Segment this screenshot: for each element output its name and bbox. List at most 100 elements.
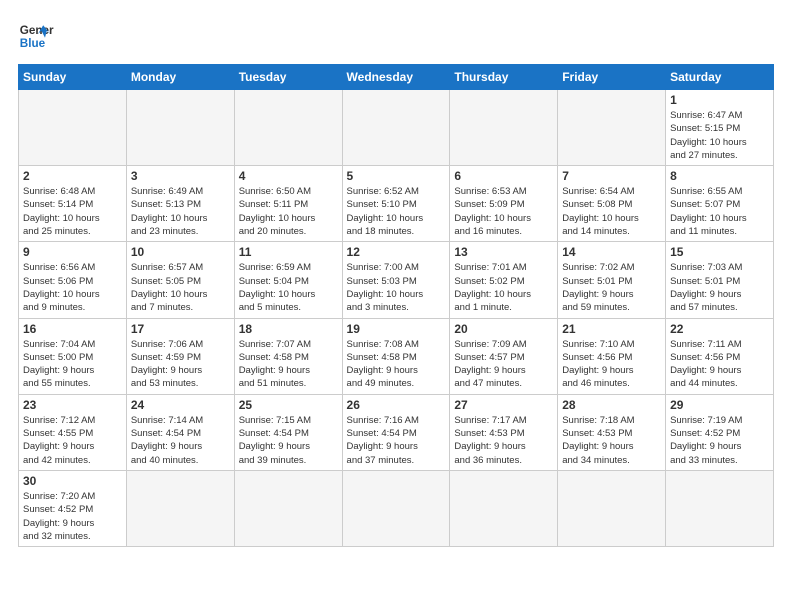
calendar-cell-w0d4 [450, 90, 558, 166]
weekday-tuesday: Tuesday [234, 65, 342, 90]
calendar-cell-w4d5: 28 Sunrise: 7:18 AM Sunset: 4:53 PM Dayli… [558, 394, 666, 470]
day-info: Sunrise: 7:01 AM Sunset: 5:02 PM Dayligh… [454, 261, 553, 314]
day-info: Sunrise: 7:10 AM Sunset: 4:56 PM Dayligh… [562, 338, 661, 391]
day-info: Sunrise: 6:56 AM Sunset: 5:06 PM Dayligh… [23, 261, 122, 314]
calendar-cell-w3d0: 16 Sunrise: 7:04 AM Sunset: 5:00 PM Dayli… [19, 318, 127, 394]
day-info: Sunrise: 7:02 AM Sunset: 5:01 PM Dayligh… [562, 261, 661, 314]
day-info: Sunrise: 7:20 AM Sunset: 4:52 PM Dayligh… [23, 490, 122, 543]
calendar-cell-w1d2: 4 Sunrise: 6:50 AM Sunset: 5:11 PM Daylig… [234, 166, 342, 242]
calendar-cell-w0d5 [558, 90, 666, 166]
day-number: 26 [347, 398, 446, 412]
day-info: Sunrise: 7:17 AM Sunset: 4:53 PM Dayligh… [454, 414, 553, 467]
day-number: 6 [454, 169, 553, 183]
calendar-cell-w0d6: 1 Sunrise: 6:47 AM Sunset: 5:15 PM Daylig… [666, 90, 774, 166]
calendar-week-1: 2Sunrise: 6:48 AM Sunset: 5:14 PM Daylig… [19, 166, 774, 242]
day-number: 23 [23, 398, 122, 412]
calendar-cell-w5d2 [234, 470, 342, 546]
calendar-cell-w2d0: 9 Sunrise: 6:56 AM Sunset: 5:06 PM Daylig… [19, 242, 127, 318]
day-info: Sunrise: 7:18 AM Sunset: 4:53 PM Dayligh… [562, 414, 661, 467]
day-info: Sunrise: 7:09 AM Sunset: 4:57 PM Dayligh… [454, 338, 553, 391]
calendar-cell-w5d0: 30Sunrise: 7:20 AM Sunset: 4:52 PM Dayli… [19, 470, 127, 546]
day-info: Sunrise: 6:52 AM Sunset: 5:10 PM Dayligh… [347, 185, 446, 238]
calendar-cell-w1d5: 7 Sunrise: 6:54 AM Sunset: 5:08 PM Daylig… [558, 166, 666, 242]
svg-text:General: General [20, 24, 54, 37]
day-number: 3 [131, 169, 230, 183]
calendar-cell-w5d1 [126, 470, 234, 546]
calendar-cell-w1d1: 3 Sunrise: 6:49 AM Sunset: 5:13 PM Daylig… [126, 166, 234, 242]
calendar-cell-w4d3: 26 Sunrise: 7:16 AM Sunset: 4:54 PM Dayli… [342, 394, 450, 470]
calendar-cell-w5d4 [450, 470, 558, 546]
day-number: 13 [454, 245, 553, 259]
day-info: Sunrise: 6:53 AM Sunset: 5:09 PM Dayligh… [454, 185, 553, 238]
header: General Blue [18, 18, 774, 54]
weekday-sunday: Sunday [19, 65, 127, 90]
calendar-cell-w5d3 [342, 470, 450, 546]
day-number: 24 [131, 398, 230, 412]
day-info: Sunrise: 7:11 AM Sunset: 4:56 PM Dayligh… [670, 338, 769, 391]
weekday-monday: Monday [126, 65, 234, 90]
calendar-cell-w3d1: 17 Sunrise: 7:06 AM Sunset: 4:59 PM Dayli… [126, 318, 234, 394]
calendar-cell-w1d3: 5Sunrise: 6:52 AM Sunset: 5:10 PM Daylig… [342, 166, 450, 242]
logo: General Blue [18, 18, 54, 54]
calendar-cell-w4d0: 23 Sunrise: 7:12 AM Sunset: 4:55 PM Dayli… [19, 394, 127, 470]
page: General Blue SundayMondayTuesdayWednesda… [0, 0, 792, 557]
weekday-saturday: Saturday [666, 65, 774, 90]
day-number: 21 [562, 322, 661, 336]
calendar-table: SundayMondayTuesdayWednesdayThursdayFrid… [18, 64, 774, 547]
day-number: 4 [239, 169, 338, 183]
day-number: 8 [670, 169, 769, 183]
day-number: 14 [562, 245, 661, 259]
calendar-cell-w4d4: 27 Sunrise: 7:17 AM Sunset: 4:53 PM Dayli… [450, 394, 558, 470]
calendar-week-3: 16 Sunrise: 7:04 AM Sunset: 5:00 PM Dayli… [19, 318, 774, 394]
day-info: Sunrise: 6:49 AM Sunset: 5:13 PM Dayligh… [131, 185, 230, 238]
calendar-cell-w2d1: 10Sunrise: 6:57 AM Sunset: 5:05 PM Dayli… [126, 242, 234, 318]
day-number: 22 [670, 322, 769, 336]
day-info: Sunrise: 7:07 AM Sunset: 4:58 PM Dayligh… [239, 338, 338, 391]
day-number: 20 [454, 322, 553, 336]
day-number: 28 [562, 398, 661, 412]
calendar-cell-w0d3 [342, 90, 450, 166]
weekday-thursday: Thursday [450, 65, 558, 90]
calendar-cell-w3d5: 21 Sunrise: 7:10 AM Sunset: 4:56 PM Dayli… [558, 318, 666, 394]
day-number: 9 [23, 245, 122, 259]
calendar-cell-w2d6: 15Sunrise: 7:03 AM Sunset: 5:01 PM Dayli… [666, 242, 774, 318]
day-info: Sunrise: 6:54 AM Sunset: 5:08 PM Dayligh… [562, 185, 661, 238]
day-info: Sunrise: 6:50 AM Sunset: 5:11 PM Dayligh… [239, 185, 338, 238]
calendar-cell-w3d6: 22 Sunrise: 7:11 AM Sunset: 4:56 PM Dayli… [666, 318, 774, 394]
day-number: 17 [131, 322, 230, 336]
day-info: Sunrise: 7:04 AM Sunset: 5:00 PM Dayligh… [23, 338, 122, 391]
weekday-friday: Friday [558, 65, 666, 90]
day-info: Sunrise: 6:48 AM Sunset: 5:14 PM Dayligh… [23, 185, 122, 238]
day-info: Sunrise: 6:59 AM Sunset: 5:04 PM Dayligh… [239, 261, 338, 314]
day-info: Sunrise: 7:00 AM Sunset: 5:03 PM Dayligh… [347, 261, 446, 314]
day-info: Sunrise: 6:47 AM Sunset: 5:15 PM Dayligh… [670, 109, 769, 162]
calendar-cell-w0d0 [19, 90, 127, 166]
calendar-cell-w4d2: 25Sunrise: 7:15 AM Sunset: 4:54 PM Dayli… [234, 394, 342, 470]
calendar-cell-w2d2: 11Sunrise: 6:59 AM Sunset: 5:04 PM Dayli… [234, 242, 342, 318]
calendar-week-5: 30Sunrise: 7:20 AM Sunset: 4:52 PM Dayli… [19, 470, 774, 546]
calendar-week-2: 9 Sunrise: 6:56 AM Sunset: 5:06 PM Daylig… [19, 242, 774, 318]
calendar-week-0: 1 Sunrise: 6:47 AM Sunset: 5:15 PM Daylig… [19, 90, 774, 166]
calendar-cell-w2d4: 13 Sunrise: 7:01 AM Sunset: 5:02 PM Dayli… [450, 242, 558, 318]
svg-text:Blue: Blue [20, 37, 46, 50]
calendar-cell-w4d6: 29Sunrise: 7:19 AM Sunset: 4:52 PM Dayli… [666, 394, 774, 470]
day-number: 15 [670, 245, 769, 259]
calendar-cell-w5d5 [558, 470, 666, 546]
day-number: 16 [23, 322, 122, 336]
day-number: 7 [562, 169, 661, 183]
day-number: 27 [454, 398, 553, 412]
day-number: 1 [670, 93, 769, 107]
calendar-cell-w0d1 [126, 90, 234, 166]
calendar-cell-w3d3: 19Sunrise: 7:08 AM Sunset: 4:58 PM Dayli… [342, 318, 450, 394]
day-info: Sunrise: 7:06 AM Sunset: 4:59 PM Dayligh… [131, 338, 230, 391]
day-info: Sunrise: 7:12 AM Sunset: 4:55 PM Dayligh… [23, 414, 122, 467]
calendar-cell-w2d5: 14 Sunrise: 7:02 AM Sunset: 5:01 PM Dayli… [558, 242, 666, 318]
weekday-wednesday: Wednesday [342, 65, 450, 90]
day-number: 12 [347, 245, 446, 259]
calendar-cell-w0d2 [234, 90, 342, 166]
day-info: Sunrise: 7:15 AM Sunset: 4:54 PM Dayligh… [239, 414, 338, 467]
calendar-cell-w4d1: 24Sunrise: 7:14 AM Sunset: 4:54 PM Dayli… [126, 394, 234, 470]
day-info: Sunrise: 7:16 AM Sunset: 4:54 PM Dayligh… [347, 414, 446, 467]
calendar-cell-w3d2: 18Sunrise: 7:07 AM Sunset: 4:58 PM Dayli… [234, 318, 342, 394]
calendar-cell-w1d6: 8Sunrise: 6:55 AM Sunset: 5:07 PM Daylig… [666, 166, 774, 242]
